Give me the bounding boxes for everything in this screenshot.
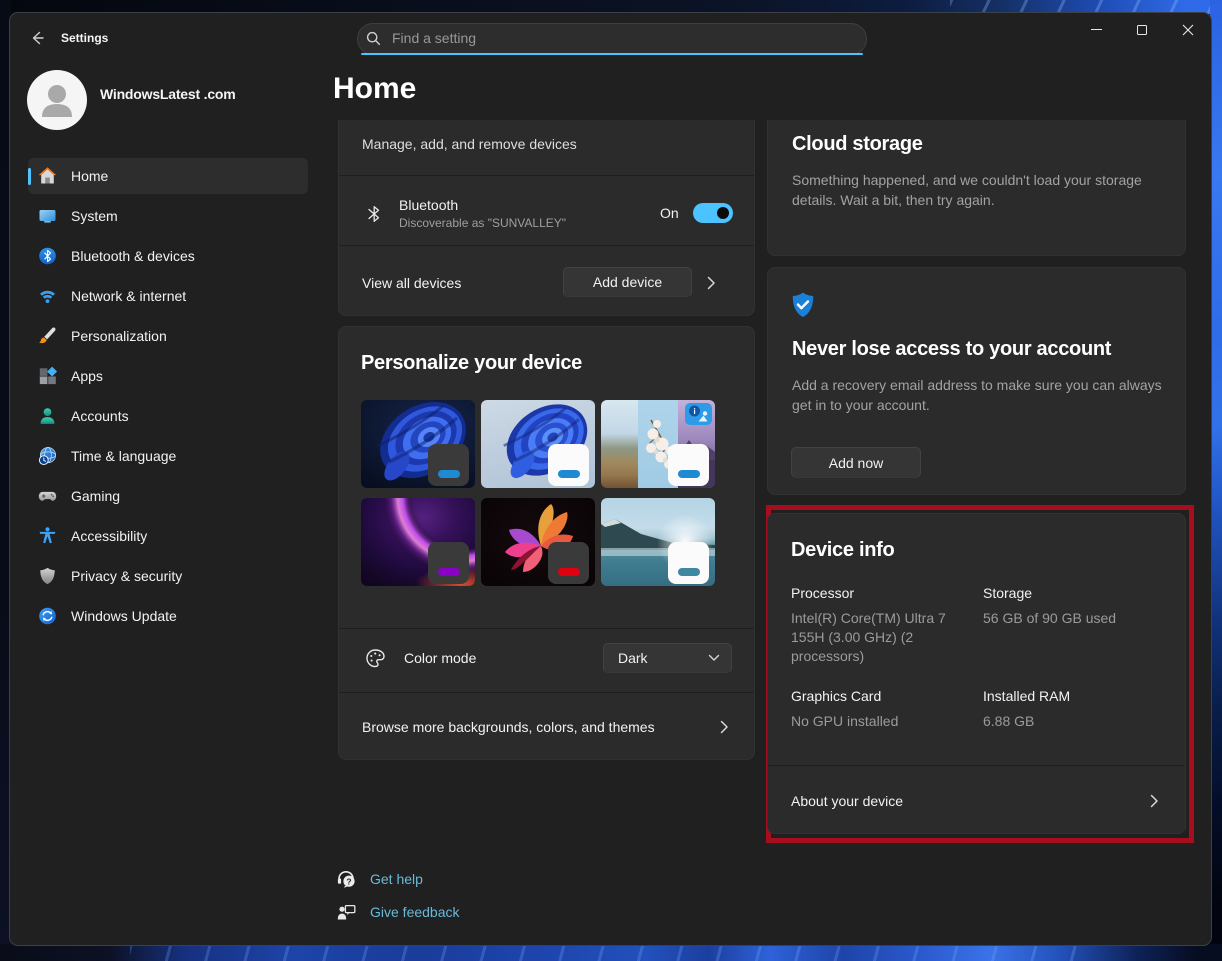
svg-text:?: ? <box>346 876 351 886</box>
svg-text:i: i <box>693 406 695 416</box>
